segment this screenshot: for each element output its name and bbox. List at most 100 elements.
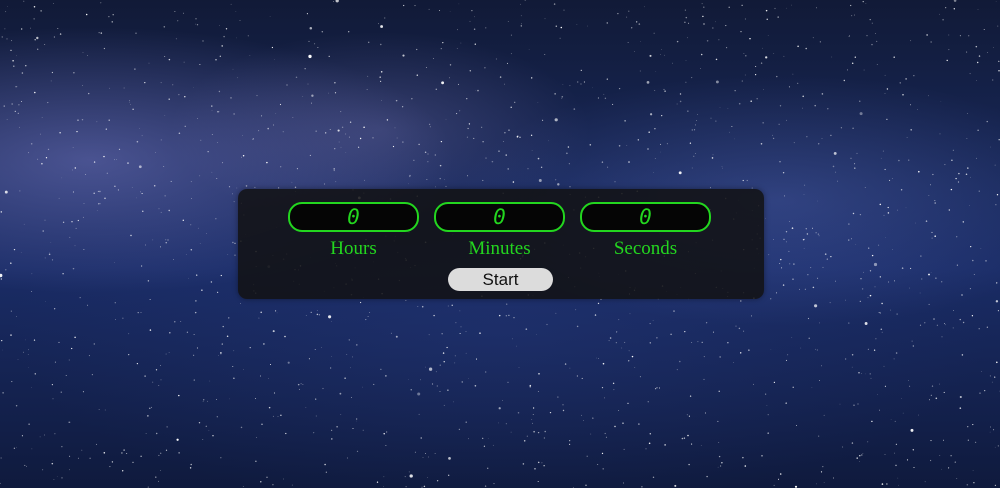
star (172, 84, 174, 86)
star (661, 49, 662, 50)
star (598, 358, 599, 359)
star (711, 157, 714, 159)
star (817, 143, 820, 145)
star (1, 339, 3, 342)
star (54, 308, 56, 310)
star (321, 347, 322, 349)
star (537, 157, 540, 160)
star (19, 126, 20, 128)
star (613, 389, 615, 391)
star (82, 391, 84, 393)
star (242, 135, 243, 136)
star (649, 323, 651, 325)
star (128, 333, 130, 335)
star (563, 9, 565, 11)
star (568, 163, 570, 165)
star (132, 108, 134, 110)
star (793, 263, 795, 265)
star (910, 40, 912, 42)
star (104, 197, 106, 200)
star (242, 154, 245, 157)
star (302, 384, 304, 385)
star (459, 310, 461, 312)
star (990, 426, 991, 428)
star (845, 299, 846, 301)
star (948, 467, 950, 469)
star (583, 420, 584, 421)
star (697, 114, 698, 115)
star (338, 141, 340, 143)
star (859, 455, 861, 457)
star (910, 129, 912, 131)
star (25, 339, 26, 341)
star (962, 321, 965, 324)
star (367, 75, 369, 77)
star (609, 337, 612, 339)
star (69, 236, 71, 238)
star (10, 334, 12, 336)
star (803, 248, 805, 250)
star (380, 368, 382, 370)
star (848, 322, 850, 324)
minutes-display[interactable]: 0 (434, 202, 565, 232)
star (891, 177, 893, 179)
star (258, 130, 260, 132)
star (688, 463, 690, 466)
star (298, 388, 300, 390)
star (911, 340, 913, 342)
star (525, 328, 528, 330)
star (314, 43, 316, 45)
star (59, 33, 62, 35)
star (165, 239, 167, 241)
star (27, 354, 29, 355)
star (474, 43, 476, 45)
star (893, 358, 895, 360)
star (435, 88, 438, 91)
star (512, 181, 515, 183)
star (454, 362, 456, 364)
star (850, 157, 852, 159)
star (583, 81, 585, 83)
star (659, 387, 660, 389)
star (817, 200, 818, 202)
star (300, 383, 302, 385)
star (286, 84, 288, 86)
star (409, 474, 413, 478)
start-button[interactable]: Start (448, 268, 553, 291)
star (906, 137, 908, 139)
star (530, 134, 533, 136)
star (203, 399, 205, 401)
star (717, 420, 719, 422)
star (49, 252, 50, 253)
star (481, 126, 483, 128)
star (781, 267, 783, 269)
star (7, 6, 8, 7)
seconds-display[interactable]: 0 (580, 202, 711, 232)
star (750, 100, 752, 102)
star (948, 209, 950, 211)
star (885, 237, 886, 238)
star (626, 145, 628, 146)
hours-display[interactable]: 0 (288, 202, 419, 232)
star (870, 377, 872, 379)
star (691, 77, 693, 79)
star (529, 384, 532, 387)
star (783, 55, 785, 57)
star (44, 257, 46, 259)
star (219, 55, 221, 57)
star (734, 90, 736, 92)
star (183, 61, 185, 63)
star (766, 18, 768, 20)
star (936, 324, 938, 326)
star (602, 468, 604, 470)
star (331, 356, 333, 358)
star (123, 87, 125, 89)
star (21, 435, 23, 437)
star (482, 141, 484, 143)
star (45, 157, 48, 159)
star (832, 165, 835, 168)
star (857, 403, 859, 405)
star (950, 455, 952, 457)
star (536, 333, 537, 335)
star (654, 158, 656, 159)
